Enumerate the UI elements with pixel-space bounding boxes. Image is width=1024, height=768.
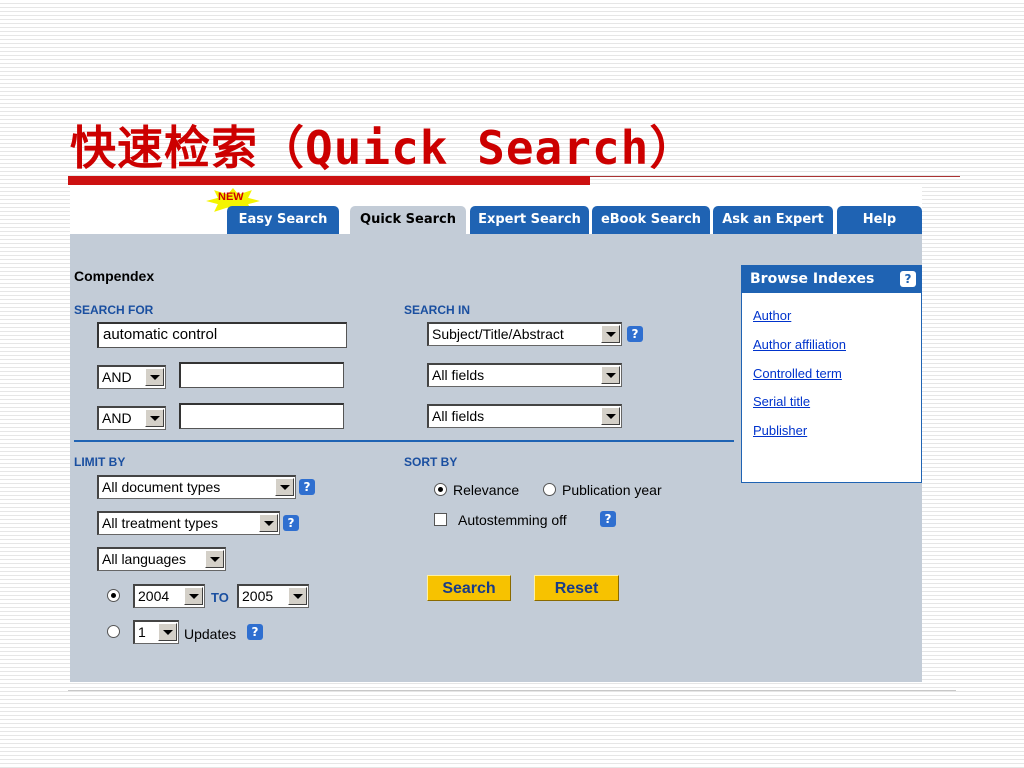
help-icon[interactable]: ?	[247, 624, 263, 640]
browse-link-serial-title[interactable]: Serial title	[753, 394, 810, 409]
limit-by-label: LIMIT BY	[74, 455, 126, 469]
browse-link-author[interactable]: Author	[753, 308, 791, 323]
search-term-input-3[interactable]	[179, 403, 344, 429]
search-in-label: SEARCH IN	[404, 303, 471, 317]
chevron-down-icon	[184, 587, 203, 605]
search-term-input-2[interactable]	[179, 362, 344, 388]
browse-indexes-header: Browse Indexes ?	[742, 266, 921, 293]
tab-quick-search[interactable]: Quick Search	[350, 206, 466, 234]
chevron-down-icon	[145, 368, 164, 386]
treatment-type-select[interactable]: All treatment types	[97, 511, 280, 535]
updates-count-value: 1	[138, 624, 146, 640]
search-in-select-1-value: Subject/Title/Abstract	[432, 326, 564, 342]
tab-bar: NEW Easy Search Quick Search Expert Sear…	[70, 187, 922, 234]
search-in-select-3[interactable]: All fields	[427, 404, 622, 428]
document-type-value: All document types	[102, 479, 221, 495]
sort-by-label: SORT BY	[404, 455, 458, 469]
chevron-down-icon	[259, 514, 278, 532]
chevron-down-icon	[601, 366, 620, 384]
updates-radio[interactable]	[107, 625, 120, 638]
year-from-value: 2004	[138, 588, 170, 604]
boolean-operator-select-3[interactable]: AND	[97, 406, 166, 430]
help-icon[interactable]: ?	[627, 326, 643, 342]
tab-ebook-search[interactable]: eBook Search	[592, 206, 710, 234]
chevron-down-icon	[601, 407, 620, 425]
language-select[interactable]: All languages	[97, 547, 226, 571]
sort-publication-year-label: Publication year	[562, 482, 662, 498]
slide-title: 快速检索（Quick Search）	[70, 121, 697, 175]
year-to-value: 2005	[242, 588, 274, 604]
browse-link-controlled-term[interactable]: Controlled term	[753, 366, 842, 381]
chevron-down-icon	[275, 478, 294, 496]
chevron-down-icon	[158, 623, 177, 641]
search-in-select-2-value: All fields	[432, 367, 485, 383]
sort-relevance-radio[interactable]	[434, 483, 447, 496]
boolean-operator-select-2[interactable]: AND	[97, 365, 166, 389]
updates-count-select[interactable]: 1	[133, 620, 179, 644]
chevron-down-icon	[145, 409, 164, 427]
chevron-down-icon	[601, 325, 620, 343]
search-for-label: SEARCH FOR	[74, 303, 154, 317]
browse-indexes-panel: Browse Indexes ? Author Author affiliati…	[741, 265, 922, 483]
browse-link-author-affiliation[interactable]: Author affiliation	[753, 337, 846, 352]
tab-ask-an-expert[interactable]: Ask an Expert	[713, 206, 833, 234]
search-button[interactable]: Search	[427, 575, 511, 601]
help-icon[interactable]: ?	[299, 479, 315, 495]
language-value: All languages	[102, 551, 187, 567]
updates-label: Updates	[184, 626, 237, 642]
search-in-select-3-value: All fields	[432, 408, 485, 424]
chevron-down-icon	[205, 550, 224, 568]
document-type-select[interactable]: All document types	[97, 475, 296, 499]
to-label: TO	[211, 590, 229, 605]
date-range-radio[interactable]	[107, 589, 120, 602]
treatment-type-value: All treatment types	[102, 515, 218, 531]
autostemming-label: Autostemming off	[458, 512, 567, 528]
footer-divider	[68, 690, 956, 691]
search-term-input-1[interactable]: automatic control	[97, 322, 347, 348]
database-name: Compendex	[74, 268, 155, 284]
help-icon[interactable]: ?	[600, 511, 616, 527]
tab-easy-search[interactable]: Easy Search	[227, 206, 339, 234]
help-icon[interactable]: ?	[283, 515, 299, 531]
boolean-operator-value: AND	[102, 369, 132, 385]
help-icon[interactable]: ?	[900, 271, 916, 287]
new-badge-label: NEW	[218, 191, 244, 203]
engineering-village-screenshot: NEW Easy Search Quick Search Expert Sear…	[70, 187, 922, 682]
search-in-select-2[interactable]: All fields	[427, 363, 622, 387]
tab-help[interactable]: Help	[837, 206, 922, 234]
section-divider	[74, 440, 734, 442]
browse-indexes-title: Browse Indexes	[750, 271, 875, 287]
tab-expert-search[interactable]: Expert Search	[470, 206, 589, 234]
chevron-down-icon	[288, 587, 307, 605]
sort-publication-year-radio[interactable]	[543, 483, 556, 496]
title-underline-red	[68, 176, 590, 185]
year-to-select[interactable]: 2005	[237, 584, 309, 608]
year-from-select[interactable]: 2004	[133, 584, 205, 608]
title-underline-thin	[590, 176, 960, 177]
autostemming-checkbox[interactable]	[434, 513, 447, 526]
browse-link-publisher[interactable]: Publisher	[753, 423, 807, 438]
search-in-select-1[interactable]: Subject/Title/Abstract	[427, 322, 622, 346]
boolean-operator-value: AND	[102, 410, 132, 426]
reset-button[interactable]: Reset	[534, 575, 619, 601]
sort-relevance-label: Relevance	[453, 482, 520, 498]
